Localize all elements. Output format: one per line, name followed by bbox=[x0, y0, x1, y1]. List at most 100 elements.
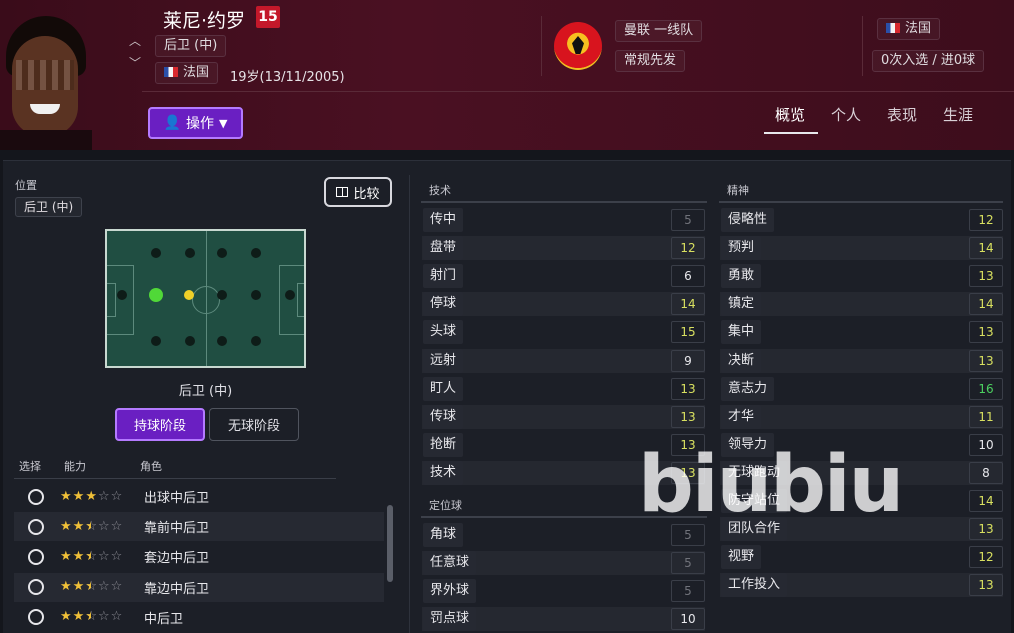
role-radio-button[interactable] bbox=[28, 518, 44, 535]
attribute-row[interactable]: 头球 15 bbox=[422, 320, 705, 345]
attribute-row[interactable]: 盯人 13 bbox=[422, 376, 705, 401]
attribute-row[interactable]: 技术 13 bbox=[422, 460, 705, 485]
chevron-down-icon: ▼ bbox=[218, 116, 228, 130]
attribute-name: 传中 bbox=[423, 208, 464, 232]
attribute-row[interactable]: 工作投入 13 bbox=[720, 573, 1003, 598]
attribute-row[interactable]: 无球跑动 8 bbox=[720, 460, 1003, 485]
attribute-row[interactable]: 罚点球 10 bbox=[422, 607, 705, 632]
attribute-row[interactable]: 远射 9 bbox=[422, 348, 705, 373]
attribute-row[interactable]: 传中 5 bbox=[422, 208, 705, 232]
star-icon: ★ bbox=[72, 609, 85, 625]
role-radio-button[interactable] bbox=[28, 548, 44, 565]
tab-personal[interactable]: 个人 bbox=[831, 104, 861, 125]
attribute-row[interactable]: 勇敢 13 bbox=[720, 264, 1003, 289]
role-row[interactable]: ★★☆☆☆靠前中后卫 bbox=[14, 512, 384, 542]
next-player-icon[interactable]: ﹀ bbox=[128, 52, 142, 74]
attribute-name: 集中 bbox=[721, 320, 762, 345]
attribute-row[interactable]: 任意球 5 bbox=[422, 551, 705, 576]
attribute-row[interactable]: 预判 14 bbox=[720, 236, 1003, 261]
attribute-row[interactable]: 意志力 16 bbox=[720, 376, 1003, 401]
attribute-value: 10 bbox=[671, 608, 705, 631]
star-icon: ★ bbox=[60, 579, 72, 595]
star-icon: ☆ bbox=[85, 549, 97, 565]
national-team-pill[interactable]: 法国 bbox=[877, 18, 941, 40]
attribute-value: 9 bbox=[671, 349, 705, 372]
tab-performance[interactable]: 表现 bbox=[887, 104, 917, 125]
compare-button[interactable]: 比较 bbox=[324, 177, 392, 207]
club-team-pill[interactable]: 曼联 一线队 bbox=[615, 20, 703, 42]
mental-section-label: 精神 bbox=[727, 184, 749, 197]
star-icon: ★ bbox=[85, 488, 97, 504]
attribute-name: 任意球 bbox=[423, 551, 477, 576]
attribute-name: 侵略性 bbox=[721, 208, 775, 232]
position-value-pill: 后卫 (中) bbox=[15, 197, 83, 217]
club-crest-icon[interactable] bbox=[554, 22, 602, 70]
attribute-row[interactable]: 防守站位 14 bbox=[720, 489, 1003, 513]
role-row[interactable]: ★★☆☆☆靠边中后卫 bbox=[14, 572, 384, 602]
france-flag-icon bbox=[886, 23, 900, 33]
attribute-name: 盘带 bbox=[423, 236, 464, 261]
star-icon: ★ bbox=[60, 609, 72, 625]
squad-status-pill: 常规先发 bbox=[615, 50, 686, 72]
attribute-row[interactable]: 抢断 13 bbox=[422, 432, 705, 457]
attribute-value: 15 bbox=[671, 321, 705, 344]
role-name: 套边中后卫 bbox=[144, 551, 210, 567]
attribute-value: 13 bbox=[969, 321, 1003, 344]
nationality-pill[interactable]: 法国 bbox=[155, 62, 219, 84]
attribute-row[interactable]: 视野 12 bbox=[720, 545, 1003, 570]
attribute-value: 13 bbox=[671, 377, 705, 400]
attribute-row[interactable]: 领导力 10 bbox=[720, 432, 1003, 457]
attribute-name: 预判 bbox=[721, 236, 762, 261]
out-of-possession-tab[interactable]: 无球阶段 bbox=[209, 408, 299, 441]
attribute-value: 13 bbox=[671, 405, 705, 428]
attribute-row[interactable]: 传球 13 bbox=[422, 404, 705, 429]
role-ability-stars: ★★☆☆☆ bbox=[60, 549, 132, 565]
attribute-name: 角球 bbox=[423, 523, 464, 547]
attribute-name: 技术 bbox=[423, 460, 464, 485]
france-flag-icon bbox=[164, 67, 178, 77]
tab-career[interactable]: 生涯 bbox=[943, 104, 973, 125]
role-column-header: 角色 bbox=[140, 460, 162, 473]
in-possession-tab[interactable]: 持球阶段 bbox=[115, 408, 205, 441]
attribute-row[interactable]: 界外球 5 bbox=[422, 579, 705, 604]
attribute-value: 8 bbox=[969, 461, 1003, 484]
attribute-row[interactable]: 射门 6 bbox=[422, 264, 705, 289]
secondary-position-marker bbox=[184, 290, 194, 300]
attribute-row[interactable]: 集中 13 bbox=[720, 320, 1003, 345]
role-name: 靠边中后卫 bbox=[144, 581, 210, 597]
role-list-scrollbar[interactable] bbox=[387, 505, 393, 582]
attribute-row[interactable]: 才华 11 bbox=[720, 404, 1003, 429]
role-row[interactable]: ★★☆☆☆ 套边中后卫 bbox=[14, 542, 384, 571]
attribute-row[interactable]: 停球 14 bbox=[422, 292, 705, 317]
action-button[interactable]: 👤 操作 ▼ bbox=[148, 107, 243, 139]
attribute-name: 头球 bbox=[423, 320, 464, 345]
role-radio-button[interactable] bbox=[28, 488, 44, 505]
primary-position-marker bbox=[149, 288, 163, 302]
attribute-row[interactable]: 决断 13 bbox=[720, 348, 1003, 373]
role-row[interactable]: ★ ★ ★ ☆ ☆ 出球中后卫 bbox=[14, 482, 384, 511]
attribute-value: 13 bbox=[969, 574, 1003, 597]
attribute-row[interactable]: 侵略性 12 bbox=[720, 208, 1003, 232]
compare-icon bbox=[336, 187, 349, 197]
star-icon: ☆ bbox=[85, 609, 97, 625]
attribute-row[interactable]: 团队合作 13 bbox=[720, 517, 1003, 542]
attribute-name: 无球跑动 bbox=[721, 460, 788, 485]
role-radio-button[interactable] bbox=[28, 609, 44, 626]
set-pieces-section-label: 定位球 bbox=[429, 499, 462, 512]
star-icon: ☆ bbox=[97, 609, 110, 625]
star-icon: ☆ bbox=[110, 518, 123, 534]
attribute-row[interactable]: 角球 5 bbox=[422, 523, 705, 547]
attribute-value: 14 bbox=[969, 490, 1003, 512]
attribute-value: 5 bbox=[671, 524, 705, 546]
attribute-value: 6 bbox=[671, 265, 705, 288]
tab-overview[interactable]: 概览 bbox=[775, 104, 805, 125]
previous-player-icon[interactable]: ︿ bbox=[128, 30, 142, 52]
role-row[interactable]: ★★☆☆☆中后卫 bbox=[14, 603, 384, 632]
attribute-name: 团队合作 bbox=[721, 517, 788, 542]
role-radio-button[interactable] bbox=[28, 579, 44, 596]
attribute-row[interactable]: 镇定 14 bbox=[720, 292, 1003, 317]
attribute-value: 13 bbox=[969, 265, 1003, 288]
technical-section-label: 技术 bbox=[429, 184, 451, 197]
star-icon: ★ bbox=[72, 548, 85, 564]
attribute-row[interactable]: 盘带 12 bbox=[422, 236, 705, 261]
